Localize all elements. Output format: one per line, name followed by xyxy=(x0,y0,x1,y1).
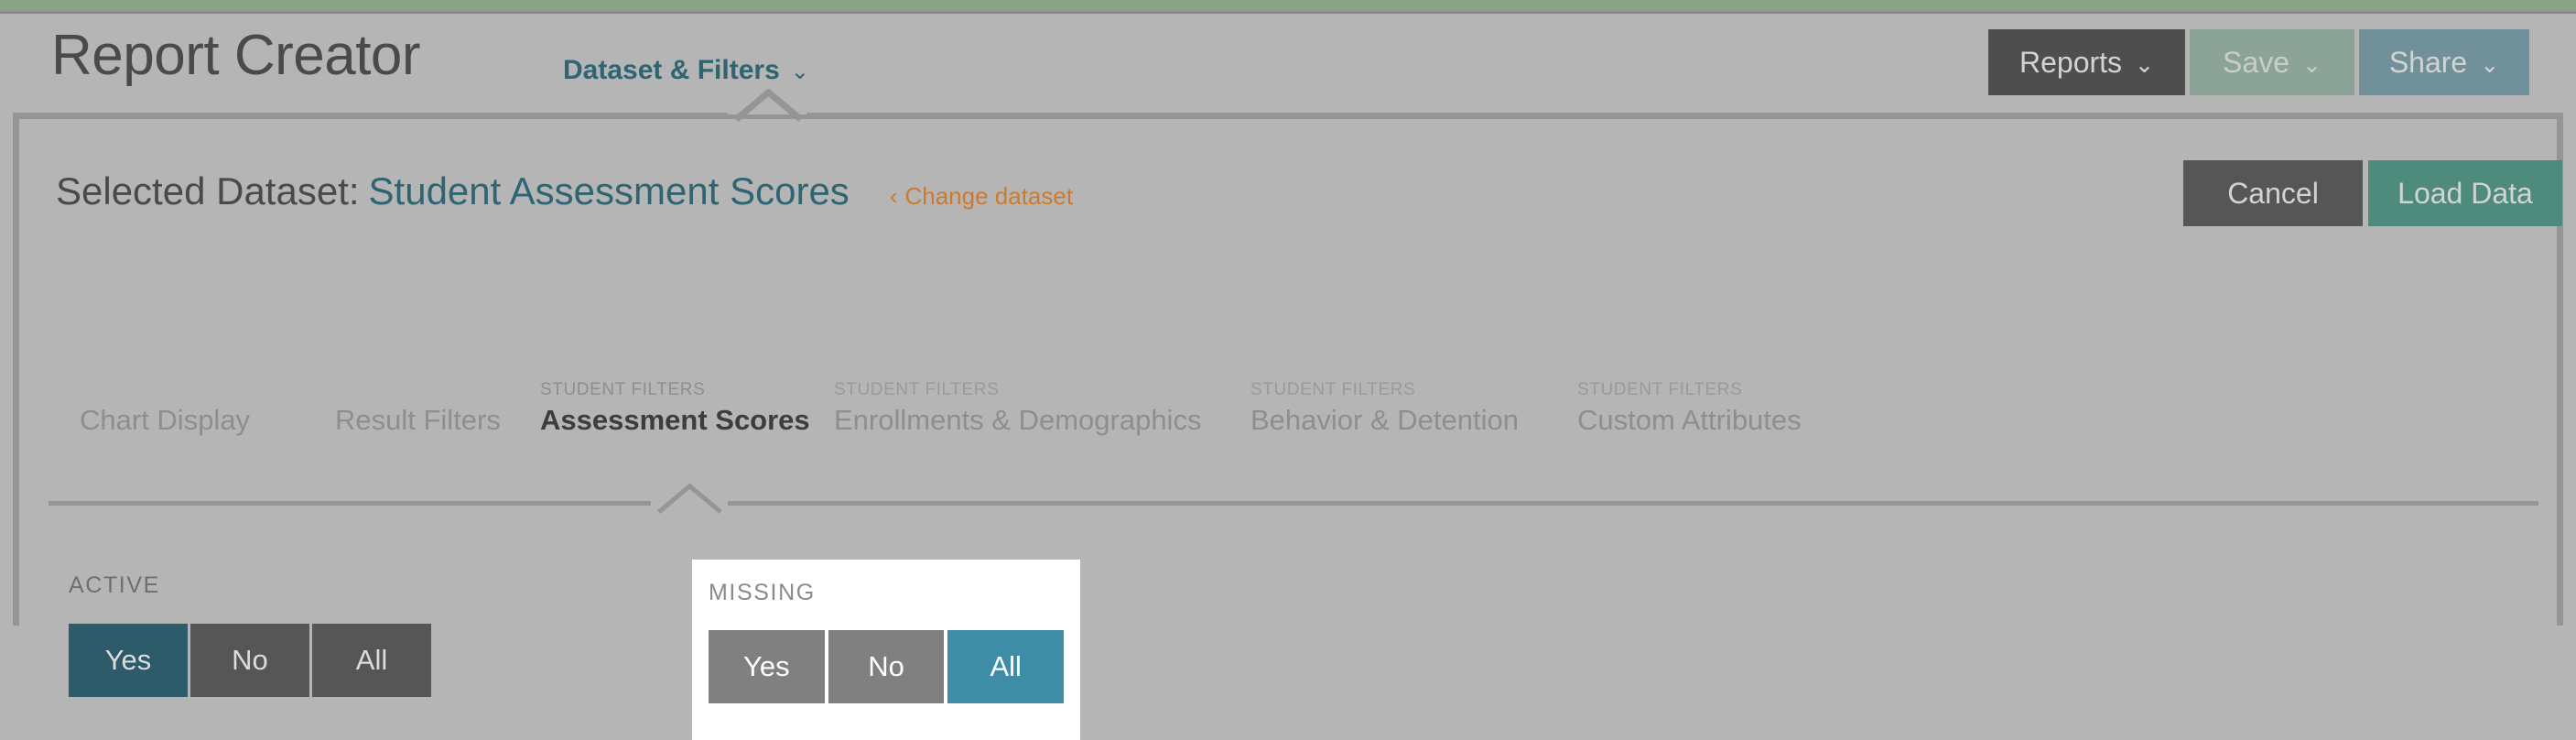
reports-button[interactable]: Reports ⌄ xyxy=(1988,29,2185,95)
selected-dataset-row: Selected Dataset:Student Assessment Scor… xyxy=(56,169,1073,213)
tab-label: Assessment Scores xyxy=(540,404,810,437)
selected-dataset-value: Student Assessment Scores xyxy=(369,169,850,212)
tab-chart-display[interactable]: Chart Display xyxy=(80,380,250,437)
tab-label: Chart Display xyxy=(80,404,250,437)
tab-label: Custom Attributes xyxy=(1577,404,1802,437)
active-option-yes[interactable]: Yes xyxy=(69,624,188,697)
dataset-and-filters-panel: Selected Dataset:Student Assessment Scor… xyxy=(13,113,2563,626)
page-title: Report Creator xyxy=(51,23,420,88)
tab-assessment-scores[interactable]: STUDENT FILTERS Assessment Scores xyxy=(540,380,810,437)
dataset-filters-menu-button[interactable]: Dataset & Filters ⌄ xyxy=(563,55,809,86)
top-accent-bar xyxy=(0,0,2576,11)
dataset-filters-menu-label: Dataset & Filters xyxy=(563,55,780,85)
load-data-button[interactable]: Load Data xyxy=(2368,160,2562,226)
tab-custom-attributes[interactable]: STUDENT FILTERS Custom Attributes xyxy=(1577,380,1802,437)
tab-label: Enrollments & Demographics xyxy=(834,404,1201,437)
tab-kicker: STUDENT FILTERS xyxy=(1577,380,1802,400)
filter-tabs: Chart Display Result Filters STUDENT FIL… xyxy=(19,380,2557,481)
filter-group-missing: MISSING Yes No All xyxy=(692,560,1080,740)
active-option-no[interactable]: No xyxy=(190,624,309,697)
missing-option-all[interactable]: All xyxy=(947,630,1064,703)
share-button[interactable]: Share ⌄ xyxy=(2359,29,2529,95)
tab-result-filters[interactable]: Result Filters xyxy=(335,380,501,437)
app-header: Report Creator Dataset & Filters ⌄ Report… xyxy=(0,14,2576,108)
cancel-button[interactable]: Cancel xyxy=(2183,160,2363,226)
filter-group-active-options: Yes No All xyxy=(69,624,431,697)
tab-kicker: STUDENT FILTERS xyxy=(540,380,810,400)
filter-group-active: ACTIVE Yes No All xyxy=(69,572,431,697)
chevron-down-icon: ⌄ xyxy=(2302,32,2322,98)
chevron-down-icon: ⌄ xyxy=(2480,32,2499,98)
tab-kicker: STUDENT FILTERS xyxy=(834,380,1201,400)
selected-dataset-label: Selected Dataset: xyxy=(56,169,360,212)
change-dataset-label: Change dataset xyxy=(904,182,1073,210)
tabs-divider xyxy=(49,501,2538,506)
filter-group-missing-label: MISSING xyxy=(709,580,1064,606)
chevron-left-icon: ‹ xyxy=(890,182,898,210)
tab-enrollments-demographics[interactable]: STUDENT FILTERS Enrollments & Demographi… xyxy=(834,380,1201,437)
filter-group-missing-options: Yes No All xyxy=(709,630,1064,703)
chevron-down-icon: ⌄ xyxy=(791,59,809,85)
save-button[interactable]: Save ⌄ xyxy=(2190,29,2354,95)
tab-kicker: STUDENT FILTERS xyxy=(1250,380,1519,400)
share-button-label: Share xyxy=(2389,46,2467,79)
reports-button-label: Reports xyxy=(2019,46,2122,79)
tab-label: Behavior & Detention xyxy=(1250,404,1519,437)
tab-label: Result Filters xyxy=(335,404,501,437)
missing-option-yes[interactable]: Yes xyxy=(709,630,825,703)
chevron-down-icon: ⌄ xyxy=(2135,32,2154,98)
save-button-label: Save xyxy=(2223,46,2289,79)
tab-behavior-detention[interactable]: STUDENT FILTERS Behavior & Detention xyxy=(1250,380,1519,437)
change-dataset-link[interactable]: ‹Change dataset xyxy=(890,182,1073,210)
filter-group-active-label: ACTIVE xyxy=(69,572,431,599)
active-option-all[interactable]: All xyxy=(312,624,431,697)
missing-option-no[interactable]: No xyxy=(828,630,945,703)
